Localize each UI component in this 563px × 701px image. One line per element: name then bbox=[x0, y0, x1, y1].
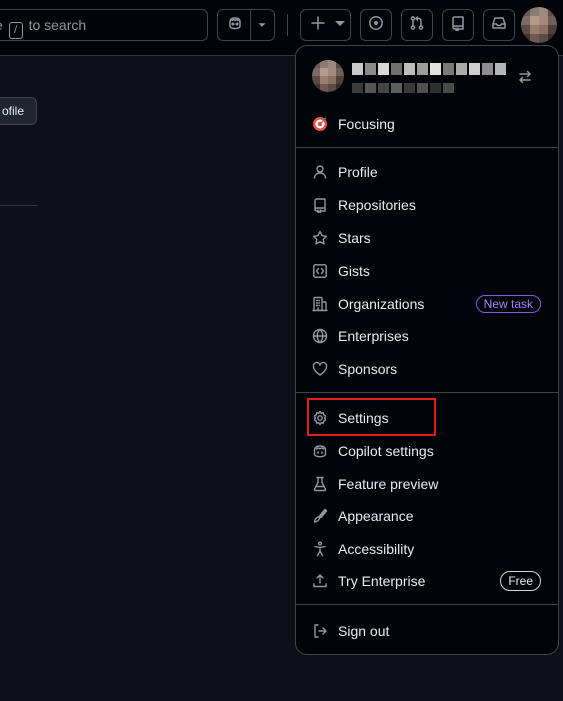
menu-item-gists[interactable]: Gists bbox=[304, 256, 550, 286]
user-menu-dropdown: Focusing Profile Repositories Stars Gist… bbox=[295, 45, 559, 655]
user-menu-header bbox=[296, 46, 558, 102]
copilot-dropdown-chevron-icon[interactable] bbox=[255, 18, 269, 37]
slash-key-hint: / bbox=[8, 22, 23, 39]
new-task-badge[interactable]: New task bbox=[475, 295, 541, 313]
sign-out-icon bbox=[312, 623, 328, 639]
topbar-separator bbox=[287, 14, 288, 36]
menu-item-label: Sponsors bbox=[338, 361, 398, 377]
menu-divider bbox=[296, 147, 558, 148]
repositories-button[interactable] bbox=[442, 9, 474, 41]
target-emoji-icon bbox=[312, 116, 328, 132]
star-icon bbox=[312, 230, 328, 246]
user-avatar-button[interactable] bbox=[521, 7, 557, 43]
inbox-icon bbox=[491, 15, 507, 36]
redacted-username bbox=[352, 63, 506, 75]
search-placeholder-text: to search bbox=[28, 17, 87, 33]
menu-divider bbox=[296, 392, 558, 393]
menu-item-sponsors[interactable]: Sponsors bbox=[304, 354, 550, 384]
person-icon bbox=[312, 164, 328, 180]
status-label: Focusing bbox=[338, 116, 395, 132]
menu-item-profile[interactable]: Profile bbox=[304, 157, 550, 187]
copilot-icon bbox=[312, 443, 328, 459]
edit-profile-button[interactable]: ofile bbox=[0, 97, 37, 125]
menu-item-label: Try Enterprise bbox=[338, 573, 426, 589]
menu-item-label: Repositories bbox=[338, 197, 416, 213]
user-menu-avatar bbox=[312, 60, 344, 92]
search-input[interactable]: e / to search bbox=[0, 9, 208, 41]
menu-item-accessibility[interactable]: Accessibility bbox=[304, 534, 550, 564]
set-status-focusing[interactable]: Focusing bbox=[304, 109, 550, 139]
create-chevron-down-icon bbox=[332, 15, 348, 36]
menu-item-label: Gists bbox=[338, 263, 370, 279]
edit-profile-label: ofile bbox=[1, 104, 24, 118]
issue-opened-icon bbox=[368, 15, 384, 36]
inbox-button[interactable] bbox=[483, 9, 515, 41]
copilot-split-divider bbox=[250, 9, 251, 41]
menu-item-copilot-settings[interactable]: Copilot settings bbox=[304, 436, 550, 466]
accessibility-icon bbox=[312, 541, 328, 557]
menu-item-label: Enterprises bbox=[338, 328, 409, 344]
free-badge: Free bbox=[500, 571, 541, 591]
paintbrush-icon bbox=[312, 508, 328, 524]
menu-item-label: Organizations bbox=[338, 296, 425, 312]
pull-requests-button[interactable] bbox=[401, 9, 433, 41]
repo-icon bbox=[450, 15, 466, 36]
settings-highlight-box bbox=[307, 398, 436, 436]
menu-item-try-enterprise[interactable]: Try Enterprise Free bbox=[304, 566, 550, 596]
repo-icon bbox=[312, 197, 328, 213]
menu-item-label: Profile bbox=[338, 164, 378, 180]
background-divider bbox=[0, 205, 37, 206]
plus-icon bbox=[310, 15, 326, 36]
issues-button[interactable] bbox=[360, 9, 392, 41]
heart-icon bbox=[312, 361, 328, 377]
menu-item-label: Appearance bbox=[338, 508, 414, 524]
switch-account-button[interactable] bbox=[514, 68, 536, 90]
menu-item-appearance[interactable]: Appearance bbox=[304, 501, 550, 531]
upload-icon bbox=[312, 573, 328, 589]
search-prefix-text: e bbox=[0, 17, 3, 33]
globe-icon bbox=[312, 328, 328, 344]
arrow-switch-icon bbox=[517, 69, 533, 90]
redacted-display-name bbox=[352, 83, 454, 93]
menu-item-stars[interactable]: Stars bbox=[304, 223, 550, 253]
menu-item-sign-out[interactable]: Sign out bbox=[304, 616, 550, 646]
menu-item-enterprises[interactable]: Enterprises bbox=[304, 321, 550, 351]
menu-divider bbox=[296, 604, 558, 605]
menu-item-label: Copilot settings bbox=[338, 443, 434, 459]
menu-item-label: Accessibility bbox=[338, 541, 415, 557]
menu-item-label: Sign out bbox=[338, 623, 390, 639]
menu-item-label: Stars bbox=[338, 230, 371, 246]
copilot-icon bbox=[227, 15, 243, 36]
menu-item-organizations[interactable]: Organizations New task bbox=[304, 289, 550, 319]
beaker-icon bbox=[312, 476, 328, 492]
code-square-icon bbox=[312, 263, 328, 279]
menu-item-repositories[interactable]: Repositories bbox=[304, 190, 550, 220]
create-new-button[interactable] bbox=[300, 9, 351, 41]
menu-item-label: Feature preview bbox=[338, 476, 439, 492]
git-pull-request-icon bbox=[409, 15, 425, 36]
organization-icon bbox=[312, 296, 328, 312]
menu-item-feature-preview[interactable]: Feature preview bbox=[304, 469, 550, 499]
